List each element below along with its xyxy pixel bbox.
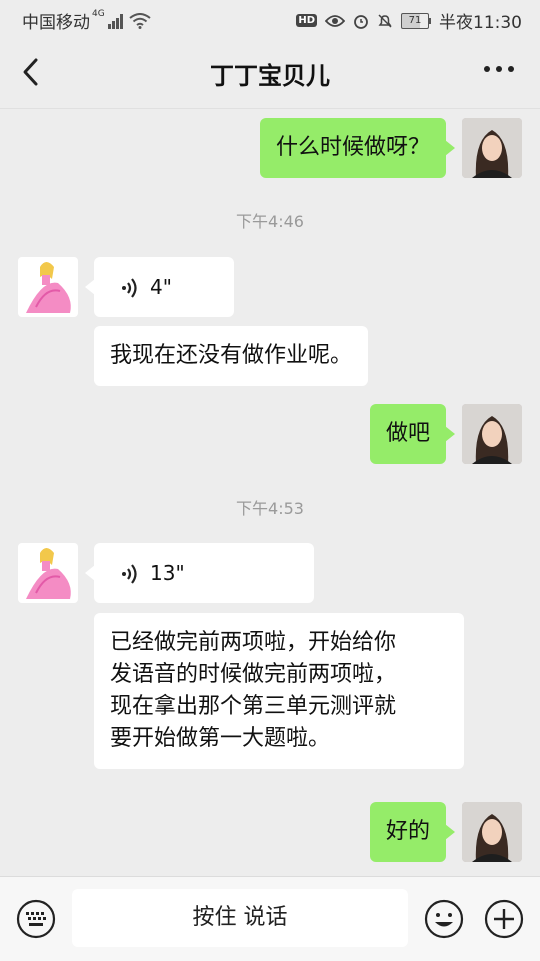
input-bar: 按住 说话 (0, 876, 540, 961)
message-bubble-received[interactable]: 我现在还没有做作业呢。 (94, 326, 369, 386)
message-row: 13" (0, 543, 540, 605)
message-text: 我现在还没有做作业呢。 (110, 343, 353, 368)
wifi-icon (129, 12, 151, 29)
voice-duration: 4" (150, 275, 172, 299)
timestamp: 下午4:46 (236, 212, 304, 231)
message-bubble-sent[interactable]: 什么时候做呀？ (259, 118, 456, 178)
emoji-icon[interactable] (424, 899, 464, 939)
hold-to-talk-button[interactable]: 按住 说话 (72, 889, 408, 947)
contact-avatar[interactable] (18, 543, 78, 603)
message-text: 好的 (385, 819, 430, 844)
mute-bell-icon (378, 13, 392, 28)
message-text: 什么时候做呀？ (275, 135, 430, 160)
voice-wave-icon (122, 564, 137, 584)
voice-wave-icon (122, 278, 137, 298)
message-row: 做吧 (0, 404, 540, 466)
message-bubble-sent[interactable]: 做吧 (369, 404, 456, 464)
voice-message[interactable]: 4" (85, 257, 234, 317)
message-row: 什么时候做呀？ (0, 118, 540, 180)
my-avatar[interactable] (462, 802, 522, 862)
voice-duration: 13" (150, 561, 185, 585)
network-type: 4G (92, 8, 105, 19)
contact-avatar[interactable] (18, 257, 78, 317)
message-row: 已经做完前两项啦，开始给你 发语音的时候做完前两项啦， 现在拿出那个第三单元测评… (0, 613, 540, 783)
message-bubble-sent[interactable]: 好的 (369, 802, 456, 862)
plus-icon[interactable] (484, 899, 524, 939)
carrier-label: 中国移动 (22, 13, 90, 33)
message-row: 我现在还没有做作业呢。 (0, 326, 540, 386)
message-line: 要开始做第一大题啦。 (110, 726, 331, 751)
message-row: 4" (0, 257, 540, 319)
my-avatar[interactable] (462, 404, 522, 464)
message-line: 已经做完前两项啦，开始给你 (110, 630, 397, 655)
alarm-icon (354, 14, 368, 29)
more-dots-icon[interactable] (482, 62, 516, 76)
voice-message[interactable]: 13" (85, 543, 314, 603)
clock: 半夜11:30 (439, 13, 522, 33)
my-avatar[interactable] (462, 118, 522, 178)
timestamp: 下午4:53 (236, 499, 304, 518)
signal-icon (107, 13, 123, 29)
chat-title: 丁丁宝贝儿 (210, 62, 330, 90)
keyboard-icon[interactable] (16, 899, 56, 939)
hd-icon: HD (296, 14, 317, 27)
message-row: 好的 (0, 802, 540, 864)
status-bar: 中国移动 4G HD 71 半夜11:30 (0, 0, 540, 36)
message-text: 做吧 (385, 421, 430, 446)
message-bubble-received[interactable]: 已经做完前两项啦，开始给你 发语音的时候做完前两项啦， 现在拿出那个第三单元测评… (94, 613, 464, 769)
message-line: 发语音的时候做完前两项啦， (110, 662, 397, 687)
eye-icon (325, 14, 345, 27)
message-line: 现在拿出那个第三单元测评就 (110, 694, 397, 719)
chat-header: 丁丁宝贝儿 (0, 36, 540, 109)
battery-icon: 71 (401, 12, 431, 29)
